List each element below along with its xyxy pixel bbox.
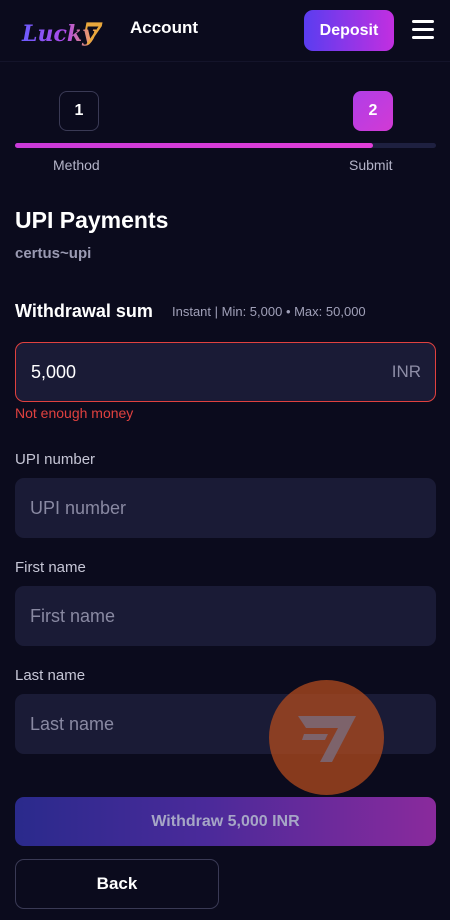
- floating-support-badge[interactable]: [269, 680, 384, 795]
- withdrawal-sum-title: Withdrawal sum: [15, 301, 153, 321]
- step-2-label: Submit: [349, 157, 393, 173]
- currency-label: INR: [391, 362, 421, 381]
- top-header: Lucky 7 Account Deposit: [0, 0, 450, 62]
- hamburger-menu-icon[interactable]: [412, 20, 434, 40]
- payment-method-subtitle: certus~upi: [15, 245, 92, 262]
- first-name-label: First name: [15, 559, 86, 576]
- step-progress-fill: [15, 143, 373, 148]
- upi-number-input[interactable]: [15, 478, 436, 538]
- upi-number-label: UPI number: [15, 451, 96, 468]
- back-button[interactable]: Back: [15, 859, 219, 909]
- payment-method-title: UPI Payments: [15, 207, 169, 233]
- first-name-input[interactable]: [15, 586, 436, 646]
- svg-text:7: 7: [82, 17, 103, 50]
- withdrawal-limits-hint: Instant | Min: 5,000 • Max: 50,000: [172, 304, 366, 319]
- amount-error-message: Not enough money: [15, 405, 134, 421]
- withdrawal-amount-input[interactable]: 5,000 INR: [15, 342, 436, 402]
- step-progress-bar: [15, 143, 436, 148]
- withdrawal-amount-value: 5,000: [31, 362, 77, 382]
- withdraw-button[interactable]: Withdraw 5,000 INR: [15, 797, 436, 846]
- step-1-label: Method: [53, 157, 100, 173]
- deposit-button[interactable]: Deposit: [304, 10, 394, 51]
- lucky7-logo[interactable]: Lucky 7: [20, 14, 110, 50]
- seven-logo-icon: [297, 715, 356, 762]
- step-2-indicator: 2: [353, 91, 393, 131]
- step-1-indicator: 1: [59, 91, 99, 131]
- last-name-label: Last name: [15, 667, 86, 684]
- page-title: Account: [130, 18, 198, 37]
